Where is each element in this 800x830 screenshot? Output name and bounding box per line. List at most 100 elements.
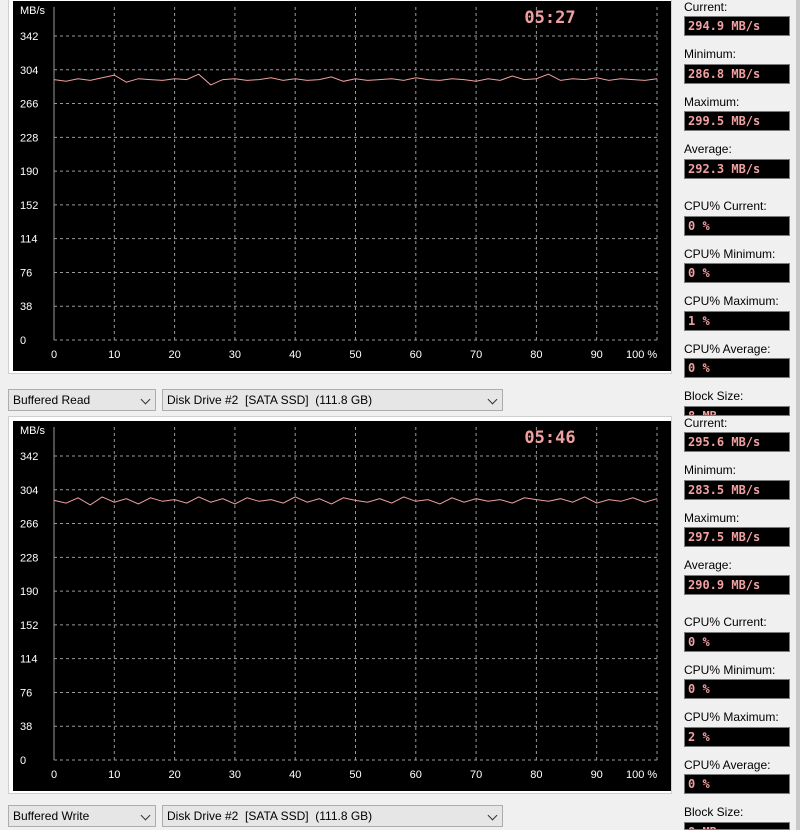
test-type-select[interactable]: Buffered Read [8,389,156,411]
cpu-minimum-label: CPU% Minimum: [684,663,776,677]
block-size-label: Block Size: [684,389,744,403]
cpu-current-value: 0 % [684,216,790,236]
average-value: 292.3 MB/s [684,159,790,179]
x-tick-label: 20 [168,349,180,361]
chevron-down-icon [487,810,498,821]
average-value: 290.9 MB/s [684,575,790,595]
x-tick-label: 90 [591,349,603,361]
x-tick-label: 20 [168,769,180,781]
x-tick-label: 80 [530,769,542,781]
x-tick-label: 70 [470,349,482,361]
cpu-maximum-label: CPU% Maximum: [684,294,779,308]
y-tick-label: 228 [20,552,38,564]
current-label: Current: [684,416,728,430]
cpu-average-value: 0 % [684,774,790,794]
minimum-label: Minimum: [684,463,737,477]
x-tick-label: 100 % [626,349,657,361]
x-tick-label: 30 [229,349,241,361]
x-tick-label: 60 [410,769,422,781]
maximum-value: 299.5 MB/s [684,111,790,131]
x-tick-label: 0 [51,349,57,361]
chevron-down-icon [140,394,151,405]
y-tick-label: 114 [20,654,38,666]
cpu-current-label: CPU% Current: [684,615,767,629]
y-tick-label: 76 [20,267,32,279]
y-tick-label: 0 [20,755,26,767]
read-benchmark-panel: 0 38 76 114 152 190 228 266 304 342 MB/s 0 10 20 30 40 5… [0,0,800,416]
cpu-average-label: CPU% Average: [684,758,771,772]
current-value: 294.9 MB/s [684,16,790,36]
cpu-current-value: 0 % [684,632,790,652]
drive-select-value: Disk Drive #2 [SATA SSD] (111.8 GB) [167,809,373,823]
current-value: 295.6 MB/s [684,432,790,452]
test-type-select-value: Buffered Write [13,809,90,823]
block-size-value: 8 MB [684,406,790,416]
plot-area [13,1,671,371]
read-throughput-chart: 0 38 76 114 152 190 228 266 304 342 MB/s 0 10 20 30 40 5… [13,1,671,371]
x-tick-label: 60 [410,349,422,361]
cpu-maximum-value: 2 % [684,727,790,747]
y-tick-label: 0 [20,335,26,347]
window-edge [796,0,800,830]
y-tick-label: 114 [20,234,38,246]
minimum-label: Minimum: [684,47,737,61]
drive-select[interactable]: Disk Drive #2 [SATA SSD] (111.8 GB) [162,389,503,411]
cpu-maximum-value: 1 % [684,311,790,331]
elapsed-timer: 05:27 [524,8,575,28]
chevron-down-icon [140,810,151,821]
cpu-average-value: 0 % [684,358,790,378]
x-tick-label: 70 [470,769,482,781]
cpu-current-label: CPU% Current: [684,199,767,213]
x-tick-label: 100 % [626,769,657,781]
y-tick-label: 38 [20,721,32,733]
y-tick-label: 266 [20,99,38,111]
current-label: Current: [684,0,728,14]
maximum-label: Maximum: [684,95,740,109]
write-benchmark-panel: 0 38 76 114 152 190 228 266 304 342 MB/s 0 10 20 30 40 5… [0,416,800,830]
write-chart-frame: 0 38 76 114 152 190 228 266 304 342 MB/s 0 10 20 30 40 5… [8,416,672,794]
y-tick-label: 304 [20,65,38,77]
block-size-label: Block Size: [684,805,744,819]
minimum-value: 286.8 MB/s [684,64,790,84]
elapsed-timer: 05:46 [524,428,575,448]
drive-select-value: Disk Drive #2 [SATA SSD] (111.8 GB) [167,393,373,407]
drive-select[interactable]: Disk Drive #2 [SATA SSD] (111.8 GB) [162,805,503,827]
x-tick-label: 0 [51,769,57,781]
chevron-down-icon [487,394,498,405]
average-label: Average: [684,142,732,156]
y-tick-label: 190 [20,166,38,178]
cpu-average-label: CPU% Average: [684,342,771,356]
test-type-select-value: Buffered Read [13,393,91,407]
write-throughput-chart: 0 38 76 114 152 190 228 266 304 342 MB/s 0 10 20 30 40 5… [13,421,671,791]
x-tick-label: 80 [530,349,542,361]
y-tick-label: 38 [20,301,32,313]
average-label: Average: [684,558,732,572]
y-tick-label: 266 [20,519,38,531]
y-tick-label: 76 [20,687,32,699]
block-size-value: 8 MB [684,822,790,830]
y-tick-label: 342 [20,451,38,463]
x-tick-label: 90 [591,769,603,781]
test-type-select[interactable]: Buffered Write [8,805,156,827]
y-tick-label: 152 [20,200,38,212]
cpu-maximum-label: CPU% Maximum: [684,710,779,724]
cpu-minimum-label: CPU% Minimum: [684,247,776,261]
x-tick-label: 10 [108,769,120,781]
y-tick-label: 342 [20,31,38,43]
x-tick-label: 10 [108,349,120,361]
y-tick-label: 190 [20,586,38,598]
y-tick-label: 228 [20,132,38,144]
maximum-value: 297.5 MB/s [684,527,790,547]
x-tick-label: 40 [289,349,301,361]
x-tick-label: 50 [349,349,361,361]
y-axis-label: MB/s [20,425,46,437]
x-tick-label: 40 [289,769,301,781]
y-tick-label: 304 [20,485,38,497]
cpu-minimum-value: 0 % [684,679,790,699]
cpu-minimum-value: 0 % [684,263,790,283]
minimum-value: 283.5 MB/s [684,480,790,500]
plot-area [13,421,671,791]
x-tick-label: 30 [229,769,241,781]
x-tick-label: 50 [349,769,361,781]
y-axis-label: MB/s [20,5,46,17]
